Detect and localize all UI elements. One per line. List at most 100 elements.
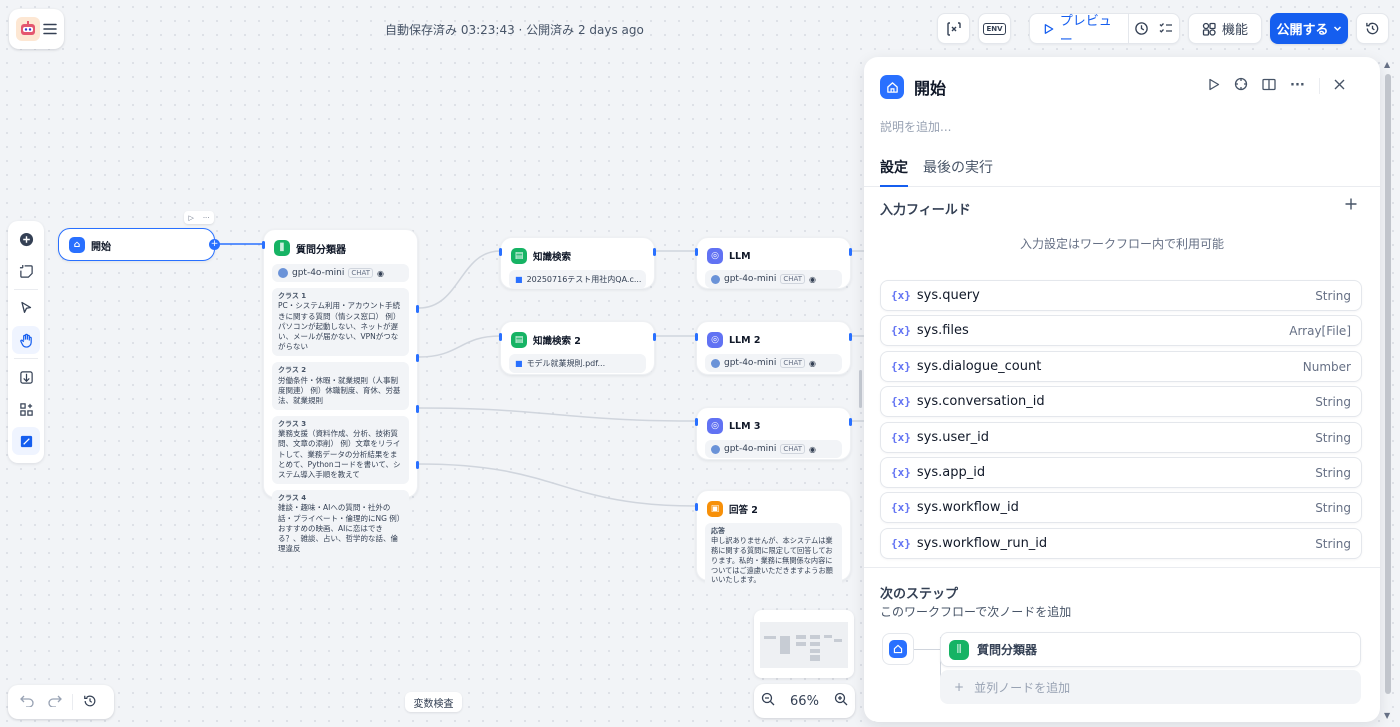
dataset-chip: ■ モデル就業規則.pdf... — [509, 354, 646, 373]
tab-last-run[interactable]: 最後の実行 — [923, 157, 993, 187]
openai-icon — [711, 444, 720, 454]
variable-icon: {x} — [891, 537, 911, 550]
variable-clear-icon — [946, 21, 961, 36]
question-classifier-node[interactable]: ⫼ 質問分類器 gpt-4o-mini CHAT ◉ クラス 1 PC・システム利… — [262, 229, 419, 558]
output-handle[interactable] — [849, 333, 852, 341]
model-tag: CHAT — [780, 274, 806, 284]
kb2-title: 知識検索 2 — [533, 336, 581, 347]
system-variable-row[interactable]: {x} sys.conversation_id String — [880, 386, 1362, 417]
system-variable-row[interactable]: {x} sys.query String — [880, 280, 1362, 311]
version-history-button[interactable] — [1356, 13, 1389, 44]
add-parallel-node-button[interactable]: + 並列ノードを追加 — [940, 670, 1361, 704]
system-variable-row[interactable]: {x} sys.files Array[File] — [880, 315, 1362, 346]
system-variable-row[interactable]: {x} sys.user_id String — [880, 422, 1362, 453]
preview-label: プレビュー — [1059, 13, 1112, 48]
input-handle[interactable] — [695, 503, 698, 511]
env-icon: ENV — [983, 22, 1006, 35]
knowledge-retrieval-node[interactable]: ▤ 知識検索 2 ■ モデル就業規則.pdf... — [499, 321, 656, 375]
llm2-title: LLM 2 — [729, 334, 761, 346]
knowledge-retrieval-node[interactable]: ▤ 知識検索 ■ 20250716テスト用社内QA.c... — [499, 237, 656, 289]
variable-name: sys.dialogue_count — [916, 359, 1042, 374]
scroll-up-arrow[interactable]: ▲ — [1384, 60, 1390, 69]
more-options-icon[interactable]: ··· — [1290, 78, 1305, 93]
next-node-item[interactable]: ⫼ 質問分類器 — [940, 632, 1361, 667]
preview-button[interactable]: プレビュー — [1030, 14, 1129, 48]
class-4-handle[interactable] — [416, 461, 419, 469]
redo-icon[interactable] — [44, 695, 66, 710]
system-variable-row[interactable]: {x} sys.workflow_run_id String — [880, 528, 1362, 559]
class-item: クラス 3 業務支援（資料作成、分析、技術質問、文章の添削） 例）文章をリライトし… — [272, 415, 409, 484]
zoom-level[interactable]: 66% — [790, 694, 819, 709]
model-tag: CHAT — [780, 444, 806, 454]
input-handle[interactable] — [499, 333, 502, 341]
panel-title[interactable]: 開始 — [914, 75, 946, 99]
output-handle[interactable] — [849, 418, 852, 426]
book-open-icon[interactable] — [1262, 78, 1276, 94]
answer-text: 応答 申し訳ありませんが、本システムは業務に関する質問に限定して回答しております。… — [705, 523, 842, 590]
input-note: 入力設定はワークフロー内で利用可能 — [1019, 237, 1224, 251]
add-input-field-icon[interactable] — [1344, 197, 1358, 214]
panel-scrollbar[interactable]: ▲ ▼ — [1383, 60, 1393, 720]
help-target-icon[interactable] — [1234, 77, 1248, 94]
zoom-control: 66% — [754, 684, 855, 718]
run-history-button[interactable] — [1129, 14, 1154, 43]
input-handle[interactable] — [695, 333, 698, 341]
close-icon[interactable] — [1334, 79, 1345, 93]
minimap-preview — [760, 622, 848, 668]
scroll-thumb[interactable] — [1385, 74, 1391, 694]
more-icon[interactable]: ··· — [203, 214, 210, 222]
add-parallel-label: 並列ノードを追加 — [974, 680, 1071, 695]
tab-settings[interactable]: 設定 — [880, 157, 908, 187]
zoom-out-icon[interactable] — [761, 692, 775, 710]
dataset-name: 20250716テスト用社内QA.c... — [526, 275, 642, 284]
checklist-button[interactable] — [1154, 14, 1179, 43]
zoom-in-icon[interactable] — [834, 692, 848, 710]
class-1-handle[interactable] — [416, 305, 419, 313]
answer-node[interactable]: ▣ 回答 2 応答 申し訳ありませんが、本システムは業務に関する質問に限定して回答… — [695, 490, 851, 590]
undo-icon[interactable] — [16, 695, 38, 710]
model-chip: gpt-4o-mini CHAT ◉ — [705, 270, 842, 288]
plus-icon: + — [954, 680, 965, 694]
input-handle[interactable] — [262, 241, 265, 249]
node-detail-panel: 開始 ··· 説明を追加... 設定 最後の実行 入力フィールド 入力設定はワー… — [864, 57, 1380, 722]
minimap[interactable] — [754, 610, 854, 678]
output-handle[interactable] — [849, 248, 852, 256]
home-icon — [880, 75, 904, 99]
history-clock-icon — [1134, 22, 1148, 35]
system-variable-row[interactable]: {x} sys.dialogue_count Number — [880, 351, 1362, 382]
run-node-icon[interactable]: ▷ — [188, 214, 193, 222]
eye-icon: ◉ — [809, 358, 816, 368]
publish-button[interactable]: 公開する — [1270, 13, 1348, 44]
llm-node[interactable]: ◎ LLM 3 gpt-4o-mini CHAT ◉ — [695, 407, 852, 460]
scroll-down-arrow[interactable]: ▼ — [1384, 711, 1390, 720]
clear-variables-button[interactable] — [937, 13, 970, 44]
variable-icon: {x} — [891, 501, 911, 514]
start-node[interactable]: ⌂ 開始 + — [58, 228, 220, 261]
undo-redo-control — [8, 685, 114, 719]
panel-resize-handle[interactable] — [859, 370, 862, 408]
classifier-icon: ⫼ — [949, 639, 969, 660]
run-step-icon[interactable] — [1208, 78, 1220, 94]
input-handle[interactable] — [695, 248, 698, 256]
llm-node[interactable]: ◎ LLM 2 gpt-4o-mini CHAT ◉ — [695, 321, 852, 375]
class-3-handle[interactable] — [416, 405, 419, 413]
output-handle[interactable] — [653, 333, 656, 341]
class-2-handle[interactable] — [416, 354, 419, 362]
model-name: gpt-4o-mini — [724, 358, 777, 368]
llm-icon: ◎ — [707, 418, 723, 434]
system-variable-row[interactable]: {x} sys.app_id String — [880, 457, 1362, 488]
system-variable-row[interactable]: {x} sys.workflow_id String — [880, 492, 1362, 523]
output-handle[interactable] — [653, 248, 656, 256]
variable-inspect-button[interactable]: 変数検査 — [405, 692, 462, 712]
env-button[interactable]: ENV — [978, 13, 1011, 44]
features-button[interactable]: 機能 — [1188, 13, 1262, 44]
description-input[interactable]: 説明を追加... — [880, 118, 951, 135]
variable-name: sys.app_id — [916, 465, 986, 480]
input-handle[interactable] — [499, 248, 502, 256]
add-next-handle[interactable]: + — [209, 239, 220, 250]
variable-type: String — [1315, 430, 1351, 445]
llm-node[interactable]: ◎ LLM gpt-4o-mini CHAT ◉ — [695, 237, 852, 289]
features-label: 機能 — [1221, 23, 1248, 38]
change-history-icon[interactable] — [79, 694, 101, 711]
input-handle[interactable] — [695, 418, 698, 426]
